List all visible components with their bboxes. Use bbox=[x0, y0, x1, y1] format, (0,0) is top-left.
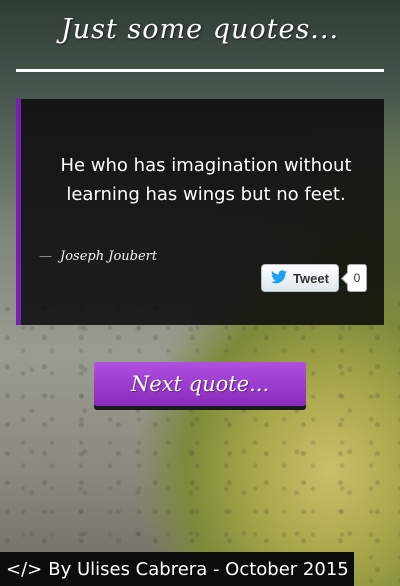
author-name: Joseph Joubert bbox=[60, 249, 158, 264]
tweet-count: 0 bbox=[347, 264, 367, 292]
tweet-button[interactable]: Tweet bbox=[261, 264, 339, 292]
twitter-bird-icon bbox=[271, 269, 288, 287]
quote-card: He who has imagination without learning … bbox=[16, 99, 384, 325]
footer: </> By Ulises Cabrera - October 2015 bbox=[0, 552, 354, 586]
page-title: Just some quotes... bbox=[60, 14, 340, 45]
quote-author: — Joseph Joubert bbox=[39, 249, 157, 264]
tweet-label: Tweet bbox=[293, 270, 329, 286]
code-icon: </> bbox=[6, 558, 43, 580]
quote-text: He who has imagination without learning … bbox=[60, 155, 352, 205]
next-quote-button[interactable]: Next quote... bbox=[94, 362, 306, 406]
footer-credit: By Ulises Cabrera - October 2015 bbox=[48, 558, 349, 580]
title-divider bbox=[16, 69, 384, 72]
background-photo bbox=[0, 300, 400, 586]
author-dash: — bbox=[39, 249, 52, 264]
